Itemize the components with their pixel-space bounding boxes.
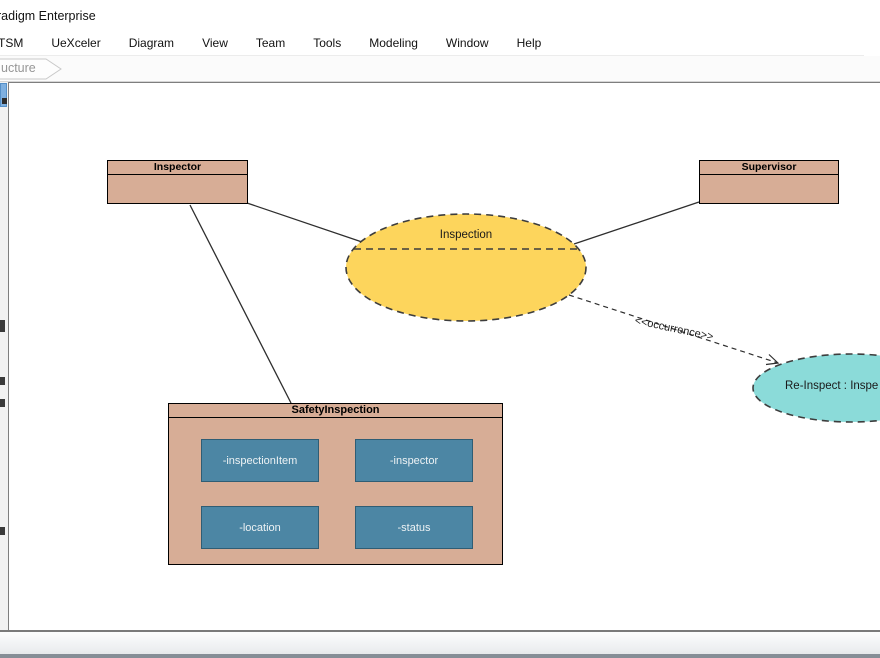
- class-supervisor-name: Supervisor: [700, 161, 838, 175]
- breadcrumb-bar: ucture: [0, 56, 880, 82]
- menu-bar: TSM UeXceler Diagram View Team Tools Mod…: [0, 32, 864, 56]
- connector-inspector-safetyinspection[interactable]: [190, 205, 291, 403]
- menu-item-diagram[interactable]: Diagram: [115, 32, 188, 55]
- class-safetyinspection[interactable]: SafetyInspection -inspectionItem -inspec…: [168, 403, 503, 565]
- app-window: radigm Enterprise TSM UeXceler Diagram V…: [0, 0, 880, 658]
- class-inspector-name: Inspector: [108, 161, 247, 175]
- part-status[interactable]: -status: [355, 506, 473, 549]
- menu-item-view[interactable]: View: [188, 32, 242, 55]
- tool-button-clipped[interactable]: [0, 320, 5, 332]
- window-title: radigm Enterprise: [0, 9, 96, 23]
- workspace: Inspector Supervisor Inspection Re-Inspe…: [0, 82, 880, 630]
- collaboration-inspection-label: Inspection: [366, 229, 566, 241]
- connector-supervisor-inspection[interactable]: [574, 202, 699, 244]
- collaboration-use-reinspect-label: Re-Inspect : Inspe: [785, 380, 878, 392]
- connector-inspector-inspection[interactable]: [247, 203, 362, 242]
- tool-button-clipped[interactable]: [0, 377, 5, 385]
- menu-item-window[interactable]: Window: [432, 32, 503, 55]
- left-tool-strip: [0, 82, 8, 630]
- menu-item-help[interactable]: Help: [503, 32, 556, 55]
- part-location[interactable]: -location: [201, 506, 319, 549]
- menu-item-uexceler[interactable]: UeXceler: [37, 32, 114, 55]
- menu-item-tools[interactable]: Tools: [299, 32, 355, 55]
- diagram-canvas[interactable]: Inspector Supervisor Inspection Re-Inspe…: [8, 82, 880, 630]
- tool-button-glyph: [2, 98, 7, 104]
- class-supervisor[interactable]: Supervisor: [699, 160, 839, 204]
- tool-button-clipped[interactable]: [0, 527, 5, 535]
- tool-button-clipped[interactable]: [0, 399, 5, 407]
- tool-button-selected[interactable]: [0, 83, 7, 107]
- part-inspectionitem[interactable]: -inspectionItem: [201, 439, 319, 482]
- window-bottom-edge: [0, 654, 880, 658]
- menu-item-tsm[interactable]: TSM: [0, 32, 37, 55]
- class-safetyinspection-name: SafetyInspection: [169, 404, 502, 418]
- part-inspector[interactable]: -inspector: [355, 439, 473, 482]
- menu-item-team[interactable]: Team: [242, 32, 299, 55]
- menu-item-modeling[interactable]: Modeling: [355, 32, 432, 55]
- class-inspector[interactable]: Inspector: [107, 160, 248, 204]
- status-bar: [0, 630, 880, 654]
- title-bar: radigm Enterprise: [0, 0, 880, 32]
- breadcrumb-tab-label[interactable]: ucture: [1, 56, 36, 81]
